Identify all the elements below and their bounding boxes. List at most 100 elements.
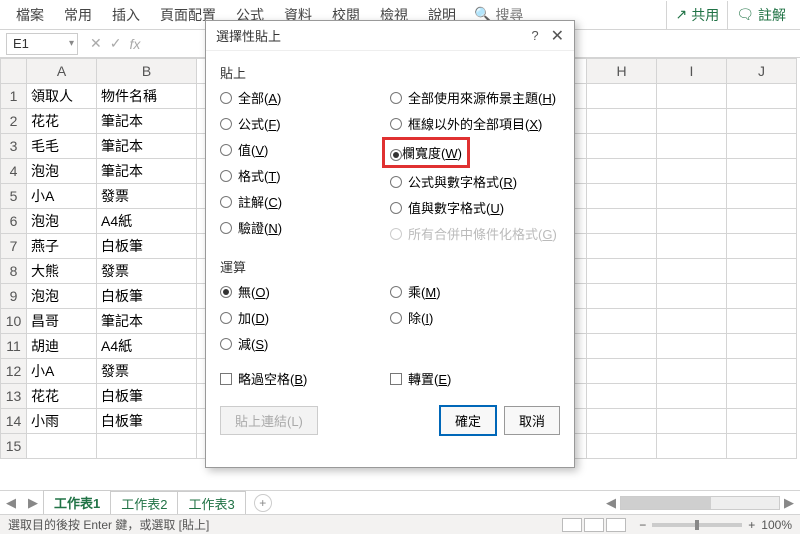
cell[interactable] [587,184,657,209]
cell[interactable]: 泡泡 [27,209,97,234]
cell[interactable] [97,434,197,459]
cell[interactable]: 泡泡 [27,159,97,184]
view-normal-icon[interactable] [562,518,582,532]
paste-radio[interactable]: 全部使用來源佈景主題(H) [390,88,560,107]
col-header[interactable]: H [587,59,657,84]
row-header[interactable]: 1 [1,84,27,109]
cell[interactable] [587,409,657,434]
cell[interactable] [587,134,657,159]
cell[interactable]: 小雨 [27,409,97,434]
cell[interactable] [657,159,727,184]
cell[interactable] [727,84,797,109]
cell[interactable] [657,434,727,459]
ok-button[interactable]: 確定 [440,406,496,435]
cell[interactable]: 毛毛 [27,134,97,159]
cell[interactable]: 燕子 [27,234,97,259]
view-page-layout-icon[interactable] [584,518,604,532]
cell[interactable] [727,334,797,359]
cell[interactable]: 胡迪 [27,334,97,359]
cell[interactable]: 花花 [27,384,97,409]
cell[interactable] [657,334,727,359]
cell[interactable] [727,109,797,134]
cell[interactable] [727,184,797,209]
row-header[interactable]: 13 [1,384,27,409]
cell[interactable] [587,159,657,184]
cell[interactable] [657,134,727,159]
cell[interactable]: 泡泡 [27,284,97,309]
cell[interactable]: 筆記本 [97,309,197,334]
cell[interactable] [657,384,727,409]
col-header[interactable]: J [727,59,797,84]
horizontal-scrollbar[interactable] [620,496,780,510]
row-header[interactable]: 10 [1,309,27,334]
zoom-in-icon[interactable]: + [748,518,755,532]
zoom-out-icon[interactable]: − [639,518,646,532]
cell[interactable] [727,409,797,434]
paste-radio[interactable]: 全部(A) [220,88,390,107]
scroll-right-icon[interactable]: ▶ [784,495,794,511]
cell[interactable]: 筆記本 [97,159,197,184]
paste-radio[interactable]: 註解(C) [220,192,390,211]
cell[interactable] [587,434,657,459]
cell[interactable] [657,209,727,234]
cell[interactable] [27,434,97,459]
cell[interactable]: 小A [27,184,97,209]
cell[interactable] [727,234,797,259]
paste-radio[interactable]: 框線以外的全部項目(X) [390,114,560,133]
cell[interactable]: 筆記本 [97,109,197,134]
cell[interactable]: 白板筆 [97,284,197,309]
row-header[interactable]: 4 [1,159,27,184]
cell[interactable] [657,184,727,209]
ribbon-tab[interactable]: 插入 [102,1,150,29]
cell[interactable]: 白板筆 [97,384,197,409]
sheet-tab[interactable]: 工作表3 [177,491,245,515]
zoom-slider[interactable] [652,523,742,527]
ribbon-tab[interactable]: 檔案 [6,1,54,29]
cell[interactable] [657,309,727,334]
op-radio[interactable]: 加(D) [220,308,390,327]
sheet-tab[interactable]: 工作表2 [110,491,178,515]
paste-radio[interactable]: 驗證(N) [220,218,390,237]
cell[interactable] [727,284,797,309]
row-header[interactable]: 14 [1,409,27,434]
cell[interactable] [657,409,727,434]
cell[interactable]: A4紙 [97,334,197,359]
cell[interactable]: 物件名稱 [97,84,197,109]
ribbon-tab[interactable]: 常用 [54,1,102,29]
cell[interactable] [657,234,727,259]
share-button[interactable]: ↗ 共用 [666,1,727,29]
row-header[interactable]: 15 [1,434,27,459]
cancel-button[interactable]: 取消 [504,406,560,435]
paste-radio[interactable]: 欄寬度(W) [390,140,560,165]
cell[interactable]: 大熊 [27,259,97,284]
cell[interactable] [727,159,797,184]
cell[interactable] [727,209,797,234]
cell[interactable]: A4紙 [97,209,197,234]
scrollbar-thumb[interactable] [621,497,711,509]
select-all-corner[interactable] [1,59,27,84]
fx-icon[interactable]: fx [129,36,140,52]
cell[interactable] [657,359,727,384]
row-header[interactable]: 5 [1,184,27,209]
cell[interactable]: 花花 [27,109,97,134]
cell[interactable] [727,134,797,159]
add-sheet-button[interactable]: + [254,494,272,512]
zoom-value[interactable]: 100% [761,518,792,532]
row-header[interactable]: 3 [1,134,27,159]
sheet-nav-next-icon[interactable]: ▶ [22,495,44,511]
cell[interactable] [587,209,657,234]
row-header[interactable]: 11 [1,334,27,359]
op-radio[interactable]: 除(I) [390,308,560,327]
cell[interactable] [587,84,657,109]
chevron-down-icon[interactable]: ▾ [69,38,74,49]
name-box[interactable]: E1 ▾ [6,33,78,55]
paste-radio[interactable]: 公式與數字格式(R) [390,172,560,191]
transpose-checkbox[interactable]: 轉置(E) [390,369,560,388]
paste-radio[interactable]: 格式(T) [220,166,390,185]
cell[interactable]: 白板筆 [97,234,197,259]
row-header[interactable]: 6 [1,209,27,234]
sheet-tab[interactable]: 工作表1 [43,490,111,516]
cell[interactable]: 昌哥 [27,309,97,334]
row-header[interactable]: 7 [1,234,27,259]
cell[interactable] [587,384,657,409]
